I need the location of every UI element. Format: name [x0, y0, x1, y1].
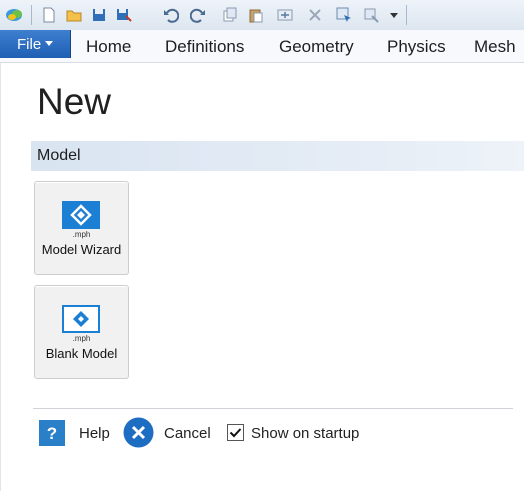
save-icon[interactable]	[91, 7, 107, 23]
tab-geometry[interactable]: Geometry	[279, 37, 354, 57]
help-button[interactable]: ? Help	[39, 420, 119, 446]
toolbar-separator	[31, 5, 32, 25]
show-on-startup-checkbox[interactable]: Show on startup	[227, 420, 377, 446]
copy-icon[interactable]	[222, 7, 238, 23]
model-wizard-label: Model Wizard	[41, 242, 122, 257]
new-page-panel: New Model .mph Model Wizard .mph Blank M…	[0, 63, 524, 491]
section-header: Model	[31, 141, 524, 171]
tab-mesh[interactable]: Mesh	[474, 37, 516, 57]
delete-icon[interactable]	[307, 7, 323, 23]
svg-text:?: ?	[47, 424, 57, 443]
help-icon: ?	[39, 420, 65, 446]
help-label: Help	[79, 425, 110, 442]
file-menu-button[interactable]: File	[0, 30, 71, 58]
chevron-down-icon	[45, 41, 53, 46]
redo-icon[interactable]	[190, 7, 206, 23]
file-extension-label: .mph	[72, 230, 91, 239]
section-label: Model	[37, 147, 81, 164]
app-icon[interactable]	[5, 7, 25, 23]
file-extension-label: .mph	[72, 334, 91, 343]
checkbox-checked-icon[interactable]	[227, 424, 244, 441]
ribbon-tab-bar: File Home Definitions Geometry Physics M…	[0, 30, 524, 63]
duplicate-icon[interactable]	[277, 7, 293, 23]
save-as-icon[interactable]	[116, 7, 132, 23]
tab-home[interactable]: Home	[86, 37, 131, 57]
new-file-icon[interactable]	[41, 7, 57, 23]
toolbar-separator	[406, 5, 407, 25]
tab-physics[interactable]: Physics	[387, 37, 446, 57]
open-folder-icon[interactable]	[66, 7, 82, 23]
blank-model-label: Blank Model	[45, 346, 118, 361]
file-menu-label: File	[17, 36, 42, 53]
tab-definitions[interactable]: Definitions	[165, 37, 244, 57]
settings-icon[interactable]	[363, 7, 379, 23]
blank-model-button[interactable]: .mph Blank Model	[34, 285, 129, 379]
blank-model-icon	[62, 305, 100, 333]
model-wizard-button[interactable]: .mph Model Wizard	[34, 181, 129, 275]
cancel-label: Cancel	[164, 425, 211, 442]
select-icon[interactable]	[336, 7, 352, 23]
model-wizard-icon	[62, 201, 100, 229]
undo-icon[interactable]	[163, 7, 179, 23]
cancel-button[interactable]: Cancel	[123, 417, 218, 449]
dropdown-arrow-icon[interactable]	[389, 7, 399, 23]
quick-access-toolbar	[0, 0, 524, 31]
cancel-icon	[123, 417, 154, 448]
show-on-startup-label: Show on startup	[251, 425, 360, 442]
page-title: New	[37, 81, 112, 122]
paste-icon[interactable]	[248, 7, 264, 23]
divider	[33, 408, 513, 409]
